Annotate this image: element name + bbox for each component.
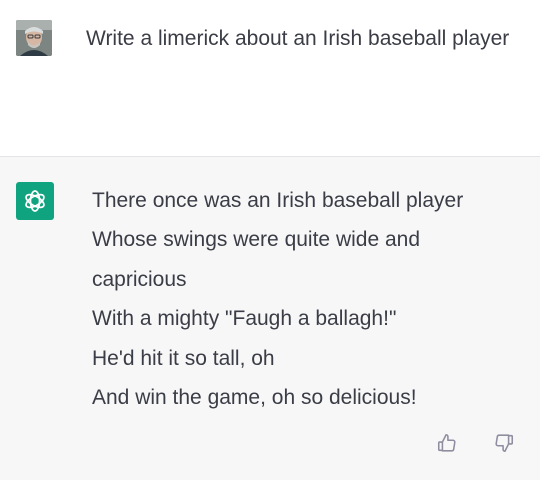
user-avatar	[16, 20, 52, 56]
assistant-message-text: There once was an Irish baseball player …	[92, 181, 532, 417]
thumbs-down-icon	[495, 434, 514, 453]
openai-logo-icon	[16, 182, 54, 220]
thumbs-down-button[interactable]	[491, 430, 517, 456]
user-message-text: Write a limerick about an Irish baseball…	[86, 27, 510, 50]
assistant-message-row: There once was an Irish baseball player …	[0, 157, 540, 480]
thumbs-up-icon	[437, 433, 456, 452]
user-avatar-photo-icon	[16, 20, 52, 56]
poem-line: Whose swings were quite wide and	[92, 228, 421, 252]
poem-line: With a mighty "Faugh a ballagh!"	[92, 307, 397, 331]
poem-line: And win the game, oh so delicious!	[92, 386, 417, 410]
poem-line: capricious	[92, 267, 187, 291]
poem-line: There once was an Irish baseball player	[92, 189, 464, 212]
thumbs-up-button[interactable]	[434, 430, 460, 456]
user-message-row: Write a limerick about an Irish baseball…	[0, 0, 540, 156]
poem-line: He'd hit it so tall, oh	[92, 346, 275, 370]
